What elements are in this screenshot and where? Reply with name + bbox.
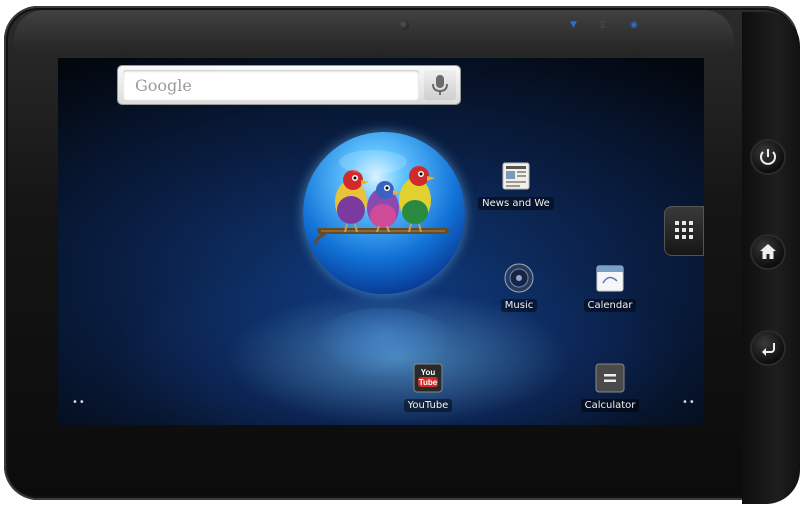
svg-text:You: You (421, 368, 436, 377)
app-music[interactable]: Music (479, 263, 559, 312)
music-speaker-icon (504, 263, 534, 293)
page-indicator-left[interactable]: •• (72, 397, 86, 408)
newspaper-icon (501, 161, 531, 191)
app-label-music: Music (500, 299, 538, 312)
youtube-logo-icon: You Tube (413, 363, 443, 393)
home-screen: Google News and We Music Calendar You Tu… (58, 58, 704, 425)
back-button[interactable] (752, 332, 784, 364)
wallpaper-bird-bubble (303, 132, 465, 294)
battery-indicator-icon: ▯ (600, 20, 605, 30)
app-drawer-button[interactable] (664, 206, 704, 256)
wifi-indicator-icon: ▼ (570, 20, 577, 30)
microphone-icon (432, 75, 448, 95)
app-calculator[interactable]: Calculator (570, 363, 650, 412)
calculator-icon (595, 363, 625, 393)
voice-search-button[interactable] (424, 70, 456, 100)
app-label-calendar: Calendar (583, 299, 637, 312)
power-indicator-icon: ◉ (630, 20, 638, 30)
power-icon (760, 149, 776, 165)
home-icon (760, 244, 776, 259)
app-calendar[interactable]: Calendar (570, 263, 650, 312)
calendar-icon (595, 263, 625, 293)
home-button[interactable] (752, 236, 784, 268)
power-button[interactable] (752, 141, 784, 173)
birds-illustration (313, 150, 449, 245)
bezel-highlight (14, 10, 734, 50)
search-input[interactable]: Google (123, 70, 419, 100)
app-label-youtube: YouTube (403, 399, 453, 412)
google-search-widget[interactable]: Google (118, 66, 460, 104)
grid-icon (675, 221, 693, 239)
svg-text:Tube: Tube (419, 378, 438, 387)
app-news-and-weather[interactable]: News and We (476, 161, 556, 210)
page-indicator-right[interactable]: •• (682, 397, 696, 408)
search-placeholder: Google (135, 76, 192, 95)
app-label-calculator: Calculator (580, 399, 640, 412)
app-label-news: News and We (478, 197, 554, 210)
app-youtube[interactable]: You Tube YouTube (388, 363, 468, 412)
front-camera (399, 20, 409, 30)
back-icon (762, 343, 775, 356)
